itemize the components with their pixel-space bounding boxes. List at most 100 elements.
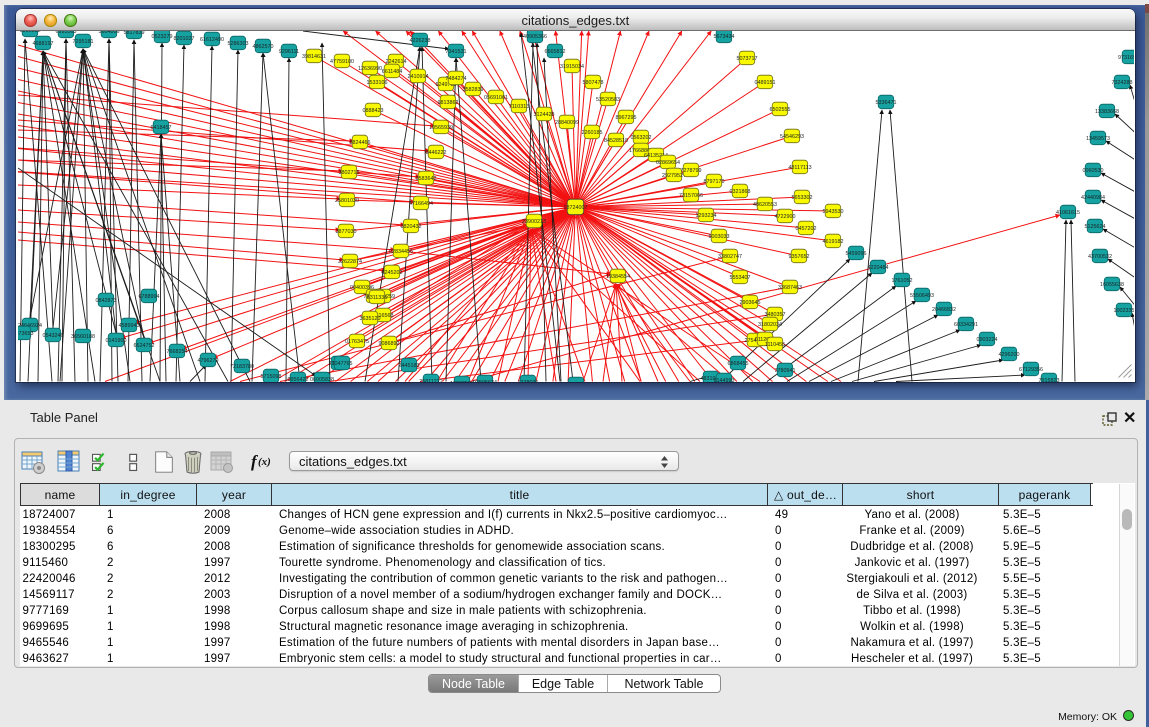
svg-text:33687463: 33687463 <box>778 285 802 291</box>
svg-text:6392332: 6392332 <box>20 31 41 34</box>
svg-text:13383668: 13383668 <box>1095 109 1119 115</box>
svg-text:5003033: 5003033 <box>709 234 730 240</box>
svg-text:9583642: 9583642 <box>416 176 437 182</box>
svg-text:8201027: 8201027 <box>174 36 195 42</box>
svg-text:5286303: 5286303 <box>228 41 249 47</box>
svg-text:10862539: 10862539 <box>450 381 474 382</box>
svg-text:9446222: 9446222 <box>426 150 447 156</box>
svg-text:6611484: 6611484 <box>382 69 403 75</box>
svg-text:5459096: 5459096 <box>846 251 867 257</box>
svg-text:39814631: 39814631 <box>302 54 326 60</box>
svg-text:47759100: 47759100 <box>330 59 354 65</box>
svg-text:1293234: 1293234 <box>696 213 717 219</box>
svg-text:61612490: 61612490 <box>200 37 224 43</box>
svg-text:9813862: 9813862 <box>438 100 459 106</box>
svg-text:53520583: 53520583 <box>596 97 620 103</box>
svg-text:5336471: 5336471 <box>876 100 897 106</box>
svg-text:6418457: 6418457 <box>151 125 172 131</box>
svg-text:7295181: 7295181 <box>73 39 94 45</box>
svg-text:54546293: 54546293 <box>780 134 804 140</box>
svg-text:4722900: 4722900 <box>775 214 796 220</box>
svg-text:0523279: 0523279 <box>152 34 173 40</box>
svg-text:7278799: 7278799 <box>681 168 702 174</box>
svg-text:5943530: 5943530 <box>823 209 844 215</box>
svg-text:13459573: 13459573 <box>1086 136 1110 142</box>
svg-text:5073717: 5073717 <box>737 56 758 62</box>
svg-text:0457202: 0457202 <box>796 226 817 232</box>
svg-text:9086892: 9086892 <box>379 341 400 347</box>
svg-text:0489151: 0489151 <box>755 80 776 86</box>
svg-text:0563202: 0563202 <box>631 135 652 141</box>
svg-text:7668254: 7668254 <box>167 349 188 355</box>
svg-text:2445183: 2445183 <box>399 363 420 369</box>
svg-text:5125624: 5125624 <box>1085 224 1106 230</box>
svg-text:3635120: 3635120 <box>360 316 381 322</box>
svg-text:47166494: 47166494 <box>409 201 433 207</box>
svg-text:1278036: 1278036 <box>518 380 539 382</box>
svg-text:3802715: 3802715 <box>339 170 360 176</box>
svg-text:0956422: 0956422 <box>288 377 309 382</box>
svg-text:8797170: 8797170 <box>704 179 725 185</box>
svg-text:10565939: 10565939 <box>429 125 453 131</box>
svg-text:6245202: 6245202 <box>382 270 403 276</box>
svg-text:0842873: 0842873 <box>96 298 117 304</box>
svg-text:9357652: 9357652 <box>789 254 810 260</box>
svg-text:25801030: 25801030 <box>335 198 359 204</box>
svg-text:2903645: 2903645 <box>740 300 761 306</box>
svg-text:05691061: 05691061 <box>484 95 508 101</box>
svg-text:5604806: 5604806 <box>99 31 120 35</box>
svg-text:73157066: 73157066 <box>679 193 703 199</box>
svg-text:8824466: 8824466 <box>350 140 371 146</box>
svg-text:01763475: 01763475 <box>345 339 369 345</box>
svg-text:4226238: 4226238 <box>410 38 431 44</box>
svg-text:72183780: 72183780 <box>230 364 254 370</box>
svg-text:31915034: 31915034 <box>560 64 584 70</box>
svg-text:06005838: 06005838 <box>310 377 334 382</box>
svg-text:20466832: 20466832 <box>932 307 956 313</box>
svg-text:4296200: 4296200 <box>999 352 1020 358</box>
svg-text:23900213: 23900213 <box>522 219 546 225</box>
svg-text:4796279: 4796279 <box>198 358 219 364</box>
svg-text:2260185: 2260185 <box>582 130 603 136</box>
svg-text:36560188: 36560188 <box>71 334 95 340</box>
svg-text:42440984: 42440984 <box>1081 195 1105 201</box>
svg-text:6993563: 6993563 <box>56 31 77 35</box>
svg-text:4619182: 4619182 <box>823 239 844 245</box>
svg-text:0141900: 0141900 <box>106 338 127 344</box>
svg-text:3582839: 3582839 <box>463 87 484 93</box>
svg-text:55506493: 55506493 <box>910 293 934 299</box>
svg-text:9296111: 9296111 <box>279 49 299 55</box>
svg-text:43700532: 43700532 <box>1088 254 1112 260</box>
svg-text:33802747: 33802747 <box>718 254 742 260</box>
svg-text:32622874: 32622874 <box>338 259 362 265</box>
svg-text:16055638: 16055638 <box>1100 282 1124 288</box>
svg-text:0820432: 0820432 <box>401 224 422 230</box>
svg-text:1047765: 1047765 <box>332 361 353 367</box>
svg-text:5553407: 5553407 <box>730 275 751 281</box>
svg-text:7341521: 7341521 <box>446 49 467 55</box>
svg-text:1002335: 1002335 <box>1114 308 1134 314</box>
svg-text:41061615: 41061615 <box>1056 210 1080 216</box>
svg-text:2410914: 2410914 <box>408 74 429 80</box>
svg-text:1761052: 1761052 <box>892 278 913 284</box>
svg-text:6665812: 6665812 <box>545 49 566 55</box>
svg-text:92505634: 92505634 <box>473 380 497 382</box>
svg-text:7484274: 7484274 <box>446 76 467 82</box>
svg-text:5673434: 5673434 <box>714 34 735 40</box>
svg-text:5715098: 5715098 <box>261 374 282 380</box>
svg-text:48117113: 48117113 <box>788 165 811 171</box>
svg-text:6788994: 6788994 <box>139 294 160 300</box>
svg-text:7915823: 7915823 <box>1039 378 1060 382</box>
svg-text:31802034: 31802034 <box>758 322 782 328</box>
svg-text:4220484: 4220484 <box>868 265 889 271</box>
svg-text:28840099: 28840099 <box>555 120 579 126</box>
svg-text:40905366: 40905366 <box>523 34 547 40</box>
svg-text:9144993: 9144993 <box>714 378 735 382</box>
svg-text:1110455: 1110455 <box>765 342 785 348</box>
svg-text:25811222: 25811222 <box>419 379 443 382</box>
svg-text:5807478: 5807478 <box>583 80 604 86</box>
svg-text:6868455: 6868455 <box>728 361 749 367</box>
svg-text:7324288: 7324288 <box>1112 80 1133 86</box>
svg-text:0543246: 0543246 <box>43 333 64 339</box>
svg-text:6624752: 6624752 <box>134 343 155 349</box>
